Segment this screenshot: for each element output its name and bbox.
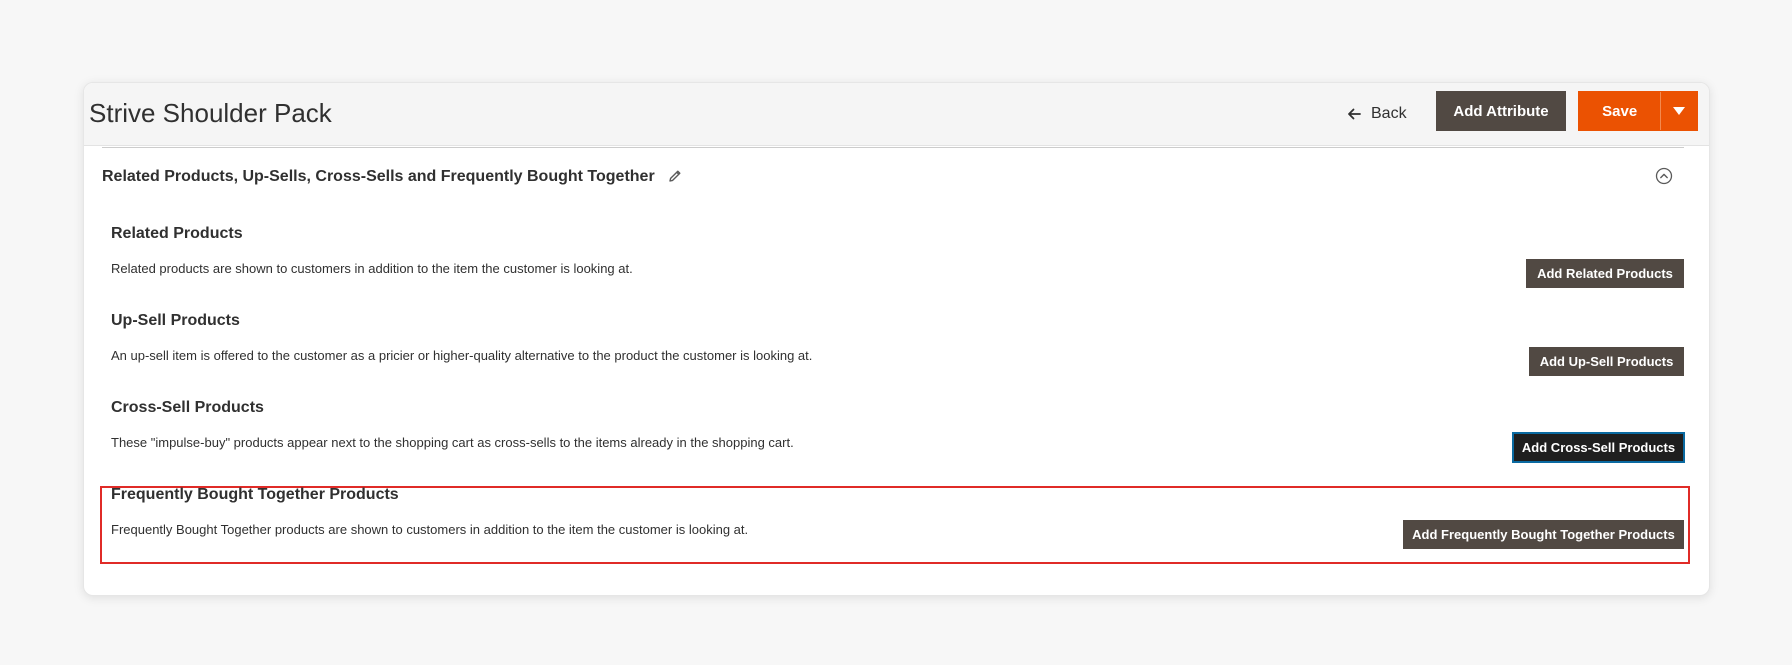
add-related-products-button[interactable]: Add Related Products [1526, 259, 1684, 288]
upsell-products-description: An up-sell item is offered to the custom… [111, 348, 813, 363]
page-header: Strive Shoulder Pack Back Add Attribute … [84, 83, 1709, 146]
add-upsell-products-button[interactable]: Add Up-Sell Products [1529, 347, 1684, 376]
chevron-up-circle-icon[interactable] [1655, 167, 1673, 185]
section-title[interactable]: Related Products, Up-Sells, Cross-Sells … [102, 166, 655, 188]
crosssell-products-description: These "impulse-buy" products appear next… [111, 435, 794, 450]
related-products-title: Related Products [111, 225, 243, 242]
save-button[interactable]: Save [1579, 92, 1660, 130]
section-divider [102, 147, 1684, 148]
pencil-icon[interactable] [667, 168, 683, 184]
caret-down-icon [1673, 102, 1686, 120]
related-products-description: Related products are shown to customers … [111, 261, 633, 276]
page-title: Strive Shoulder Pack [89, 98, 332, 128]
back-button-label: Back [1371, 105, 1407, 122]
add-attribute-button[interactable]: Add Attribute [1436, 91, 1566, 131]
arrow-left-icon [1347, 107, 1361, 121]
save-options-toggle[interactable] [1660, 92, 1697, 130]
add-crosssell-products-button[interactable]: Add Cross-Sell Products [1513, 433, 1684, 462]
crosssell-products-title: Cross-Sell Products [111, 399, 264, 416]
save-split-button: Save [1578, 91, 1698, 131]
product-edit-card: Strive Shoulder Pack Back Add Attribute … [83, 82, 1710, 596]
add-fbt-products-button[interactable]: Add Frequently Bought Together Products [1403, 520, 1684, 549]
fbt-products-title: Frequently Bought Together Products [111, 486, 399, 503]
upsell-products-title: Up-Sell Products [111, 312, 240, 329]
fbt-products-description: Frequently Bought Together products are … [111, 522, 749, 537]
back-button[interactable]: Back [1347, 97, 1407, 131]
